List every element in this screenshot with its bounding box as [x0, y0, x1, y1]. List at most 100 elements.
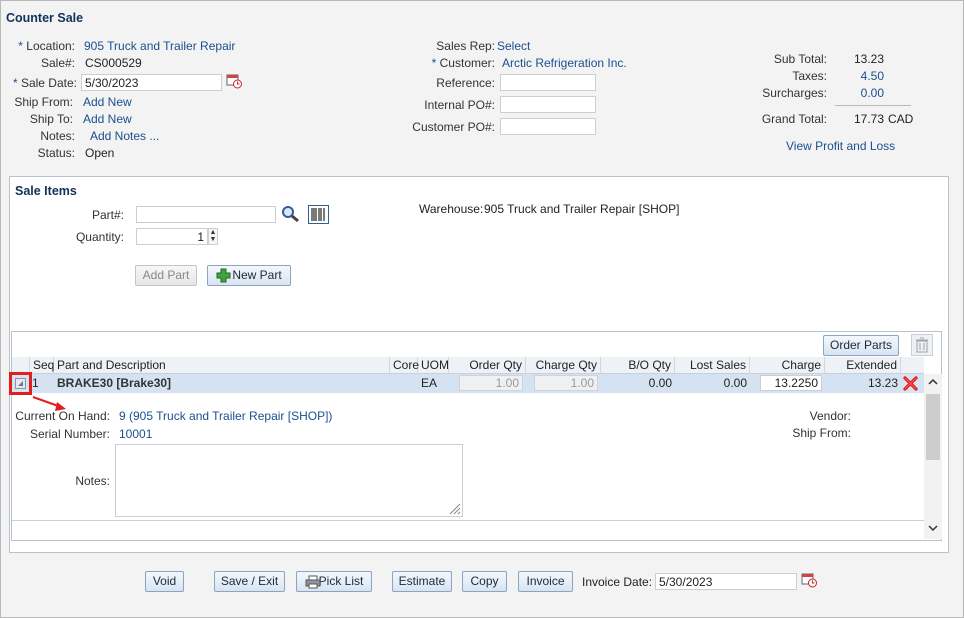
- grid-header: Seq Part and Description Core UOM Order …: [12, 357, 924, 374]
- col-charge-qty[interactable]: Charge Qty: [526, 357, 601, 374]
- col-part-description[interactable]: Part and Description: [54, 357, 390, 374]
- sale-date-label-text: Sale Date:: [20, 76, 77, 90]
- customer-link[interactable]: Arctic Refrigeration Inc.: [502, 56, 627, 70]
- quantity-stepper[interactable]: ▲ ▼: [208, 228, 218, 245]
- scroll-up-icon[interactable]: [928, 377, 938, 387]
- part-description-cell: BRAKE30 [Brake30]: [57, 376, 172, 390]
- new-part-label: New Part: [232, 268, 282, 282]
- col-extended[interactable]: Extended: [825, 357, 901, 374]
- current-on-hand-label: Current On Hand:: [15, 409, 110, 423]
- required-mark: *: [431, 56, 437, 70]
- reference-label: Reference:: [436, 76, 495, 90]
- location-label: * Location:: [11, 39, 75, 53]
- col-order-qty[interactable]: Order Qty: [449, 357, 526, 374]
- new-part-button[interactable]: New Part: [207, 265, 291, 286]
- col-bo-qty[interactable]: B/O Qty: [601, 357, 675, 374]
- detail-ship-from-label: Ship From:: [792, 426, 851, 440]
- add-part-button[interactable]: Add Part: [135, 265, 197, 286]
- sale-no-label: Sale#:: [40, 56, 75, 70]
- table-row[interactable]: 1 BRAKE30 [Brake30] EA 1.00 1.00 0.00 0.…: [12, 374, 924, 393]
- invoice-button[interactable]: Invoice: [518, 571, 573, 592]
- scroll-down-icon[interactable]: [928, 523, 938, 533]
- part-no-input[interactable]: [136, 206, 276, 223]
- sales-rep-label: Sales Rep:: [436, 39, 495, 53]
- required-mark: *: [12, 76, 18, 90]
- col-delete-header: [901, 357, 924, 374]
- current-on-hand-value[interactable]: 9 (905 Truck and Trailer Repair [SHOP]): [119, 409, 332, 423]
- surcharges-label: Surcharges:: [762, 86, 827, 100]
- add-notes-link[interactable]: Add Notes ...: [90, 129, 159, 143]
- col-lost-sales[interactable]: Lost Sales: [675, 357, 750, 374]
- sale-no-value: CS000529: [85, 56, 142, 70]
- highlight-box: [9, 372, 32, 395]
- taxes-value-link[interactable]: 4.50: [821, 69, 884, 83]
- customer-label: * Customer:: [401, 56, 495, 70]
- col-seq[interactable]: Seq: [30, 357, 54, 374]
- bo-qty-cell: 0.00: [648, 376, 672, 390]
- delete-x-icon[interactable]: [903, 376, 918, 391]
- detail-notes-textarea[interactable]: [115, 444, 463, 517]
- estimate-button[interactable]: Estimate: [392, 571, 452, 592]
- search-icon[interactable]: [281, 205, 300, 223]
- ship-to-add-link[interactable]: Add New: [83, 112, 132, 126]
- warehouse-label: Warehouse:: [419, 202, 484, 216]
- calendar-clock-icon[interactable]: [801, 572, 818, 588]
- customer-po-input[interactable]: [500, 118, 596, 135]
- vendor-label: Vendor:: [809, 409, 851, 423]
- order-qty-input: 1.00: [459, 375, 523, 391]
- save-exit-button[interactable]: Save / Exit: [214, 571, 285, 592]
- serial-number-label: Serial Number:: [29, 427, 110, 441]
- surcharges-value-link[interactable]: 0.00: [821, 86, 884, 100]
- view-profit-loss-link[interactable]: View Profit and Loss: [786, 139, 895, 153]
- ship-to-label: Ship To:: [29, 112, 73, 126]
- quantity-input[interactable]: 1: [136, 228, 208, 245]
- pick-list-label: Pick List: [318, 574, 364, 588]
- lost-sales-cell: 0.00: [723, 376, 747, 390]
- pick-list-button[interactable]: Pick List: [296, 571, 372, 592]
- copy-button[interactable]: Copy: [462, 571, 507, 592]
- notes-label: Notes:: [40, 129, 75, 143]
- internal-po-input[interactable]: [500, 96, 596, 113]
- invoice-date-input[interactable]: 5/30/2023: [655, 573, 797, 590]
- ship-from-add-link[interactable]: Add New: [83, 95, 132, 109]
- customer-label-text: Customer:: [439, 56, 495, 70]
- order-parts-button[interactable]: Order Parts: [823, 335, 899, 356]
- required-mark: *: [18, 39, 23, 53]
- charge-qty-input: 1.00: [534, 375, 598, 391]
- location-link[interactable]: 905 Truck and Trailer Repair: [84, 39, 235, 53]
- extended-cell: 13.23: [867, 376, 898, 390]
- counter-sale-window: Counter Sale * Location: 905 Truck and T…: [0, 0, 964, 618]
- reference-input[interactable]: [500, 74, 596, 91]
- seq-cell: 1: [32, 376, 39, 390]
- scrollbar-thumb[interactable]: [926, 394, 940, 460]
- void-button[interactable]: Void: [145, 571, 184, 592]
- sale-date-label: * Sale Date:: [7, 76, 77, 90]
- warehouse-value: 905 Truck and Trailer Repair [SHOP]: [484, 202, 680, 216]
- status-value: Open: [85, 146, 115, 160]
- grid-footer-divider: [12, 520, 924, 521]
- ship-from-label: Ship From:: [14, 95, 73, 109]
- charge-input[interactable]: 13.2250: [760, 375, 822, 391]
- grand-total-value: 17.73: [853, 112, 884, 126]
- window-title: Counter Sale: [6, 11, 84, 25]
- col-charge[interactable]: Charge: [750, 357, 825, 374]
- sales-rep-select-link[interactable]: Select: [497, 39, 530, 53]
- currency-code: CAD: [888, 112, 914, 126]
- plus-icon: [216, 268, 231, 283]
- status-label: Status:: [37, 146, 75, 160]
- sale-items-title: Sale Items: [15, 184, 77, 198]
- serial-number-value[interactable]: 10001: [119, 427, 152, 441]
- quantity-label: Quantity:: [75, 230, 124, 244]
- col-uom[interactable]: UOM: [418, 357, 449, 374]
- grand-total-label: Grand Total:: [761, 112, 827, 126]
- resize-handle-icon[interactable]: [448, 502, 461, 515]
- trash-icon[interactable]: [911, 334, 933, 356]
- sale-date-input[interactable]: 5/30/2023: [81, 74, 222, 91]
- sub-total-value: 13.23: [853, 52, 884, 66]
- uom-cell: EA: [421, 376, 438, 390]
- taxes-label: Taxes:: [792, 69, 827, 83]
- barcode-icon[interactable]: [308, 205, 329, 224]
- col-core[interactable]: Core: [390, 357, 419, 374]
- calendar-clock-icon[interactable]: [226, 73, 243, 89]
- grid-scrollbar[interactable]: [924, 374, 942, 539]
